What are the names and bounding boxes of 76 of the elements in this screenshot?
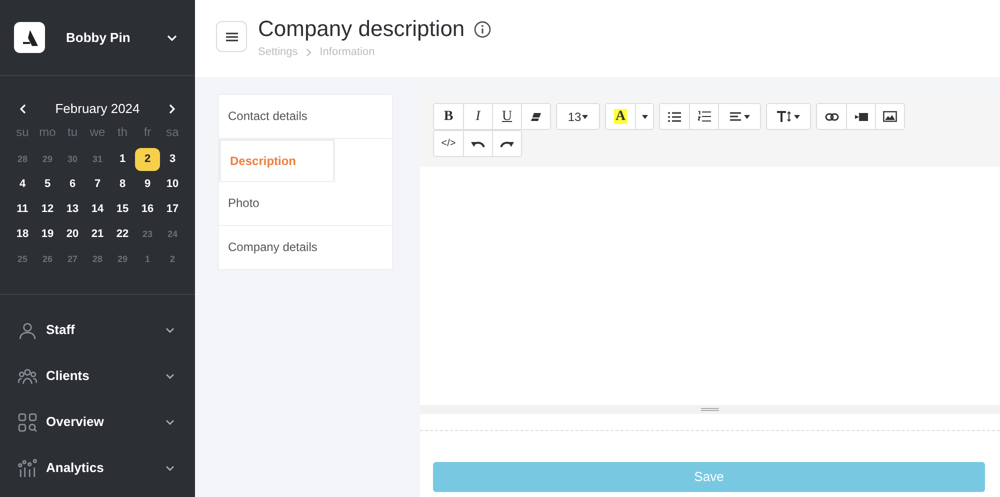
menu-icon <box>226 32 238 42</box>
calendar-day[interactable]: 22 <box>110 223 135 246</box>
calendar-day[interactable]: 16 <box>135 198 160 221</box>
chart-icon <box>18 458 37 478</box>
align-button[interactable] <box>718 104 760 129</box>
calendar-day[interactable]: 5 <box>35 173 60 196</box>
font-size-button[interactable]: 13 <box>557 104 599 129</box>
nav-item[interactable]: Clients <box>0 353 195 399</box>
calendar-day[interactable]: 18 <box>10 223 35 246</box>
nav-item[interactable]: Analytics <box>0 445 195 491</box>
calendar-day[interactable]: 1 <box>110 148 135 171</box>
redo-button[interactable] <box>492 131 521 156</box>
weekday-label: sa <box>166 124 179 141</box>
link-icon <box>824 112 838 120</box>
tab[interactable]: Contact details <box>219 95 392 138</box>
calendar-day[interactable]: 17 <box>160 198 185 221</box>
chevron-down-icon <box>165 464 175 472</box>
calendar-day[interactable]: 10 <box>160 173 185 196</box>
chevron-down-icon <box>165 326 175 334</box>
person-icon <box>18 320 37 340</box>
calendar-day[interactable]: 8 <box>110 173 135 196</box>
calendar-day[interactable]: 12 <box>35 198 60 221</box>
calendar-day[interactable]: 11 <box>10 198 35 221</box>
weekday-label: mo <box>39 124 56 141</box>
calendar-day[interactable]: 4 <box>10 173 35 196</box>
calendar-day[interactable]: 20 <box>60 223 85 246</box>
chevron-down-icon <box>165 418 175 426</box>
weekday-label: tu <box>67 124 78 141</box>
account-name: Bobby Pin <box>66 28 130 47</box>
logo-icon <box>14 22 45 53</box>
calendar-day[interactable]: 21 <box>85 223 110 246</box>
image-icon <box>883 111 897 122</box>
calendar-day[interactable]: 14 <box>85 198 110 221</box>
chevron-left-icon[interactable] <box>19 103 27 115</box>
eraser-icon <box>530 112 542 122</box>
weekday-label: su <box>16 124 29 141</box>
info-icon[interactable] <box>474 20 491 38</box>
image-button[interactable] <box>875 104 904 129</box>
page-title: Company description <box>258 15 465 43</box>
numbered-list-icon <box>698 111 710 122</box>
calendar-day[interactable]: 19 <box>35 223 60 246</box>
calendar-month: February 2024 <box>55 100 140 118</box>
calendar-day[interactable]: 9 <box>135 173 160 196</box>
chevron-down-icon[interactable] <box>166 34 178 42</box>
nav-item[interactable]: Staff <box>0 307 195 353</box>
tab[interactable]: Photo <box>219 182 392 226</box>
calendar-day[interactable]: 6 <box>60 173 85 196</box>
video-icon <box>854 112 868 120</box>
undo-icon <box>471 140 485 148</box>
align-icon <box>730 112 750 121</box>
caret-icon <box>582 114 588 118</box>
menu-button[interactable] <box>216 21 247 52</box>
clear-format-button[interactable] <box>521 104 550 129</box>
calendar-day[interactable]: 2 <box>135 148 160 171</box>
weekday-label: we <box>90 124 106 141</box>
line-height-icon <box>776 111 800 122</box>
highlight-letter: A <box>614 109 627 124</box>
redo-icon <box>500 140 514 148</box>
calendar-day[interactable]: 7 <box>85 173 110 196</box>
font-size-value: 13 <box>568 108 582 126</box>
weekday-label: th <box>117 124 128 141</box>
chevron-down-icon <box>165 372 175 380</box>
chevron-right-icon[interactable] <box>168 103 176 115</box>
nav-item[interactable]: Overview <box>0 399 195 445</box>
calendar-day[interactable]: 3 <box>160 148 185 171</box>
calendar-day[interactable]: 13 <box>60 198 85 221</box>
bullet-list-icon <box>668 112 681 122</box>
chevron-right-icon <box>306 48 312 57</box>
grid-search-icon <box>18 412 37 432</box>
color-dropdown-button[interactable] <box>635 104 653 129</box>
people-icon <box>18 366 37 386</box>
resize-handle[interactable] <box>420 405 1000 414</box>
weekday-label: fr <box>144 124 152 141</box>
caret-icon <box>642 114 648 118</box>
tab[interactable]: Company details <box>219 226 392 269</box>
calendar-day[interactable]: 15 <box>110 198 135 221</box>
